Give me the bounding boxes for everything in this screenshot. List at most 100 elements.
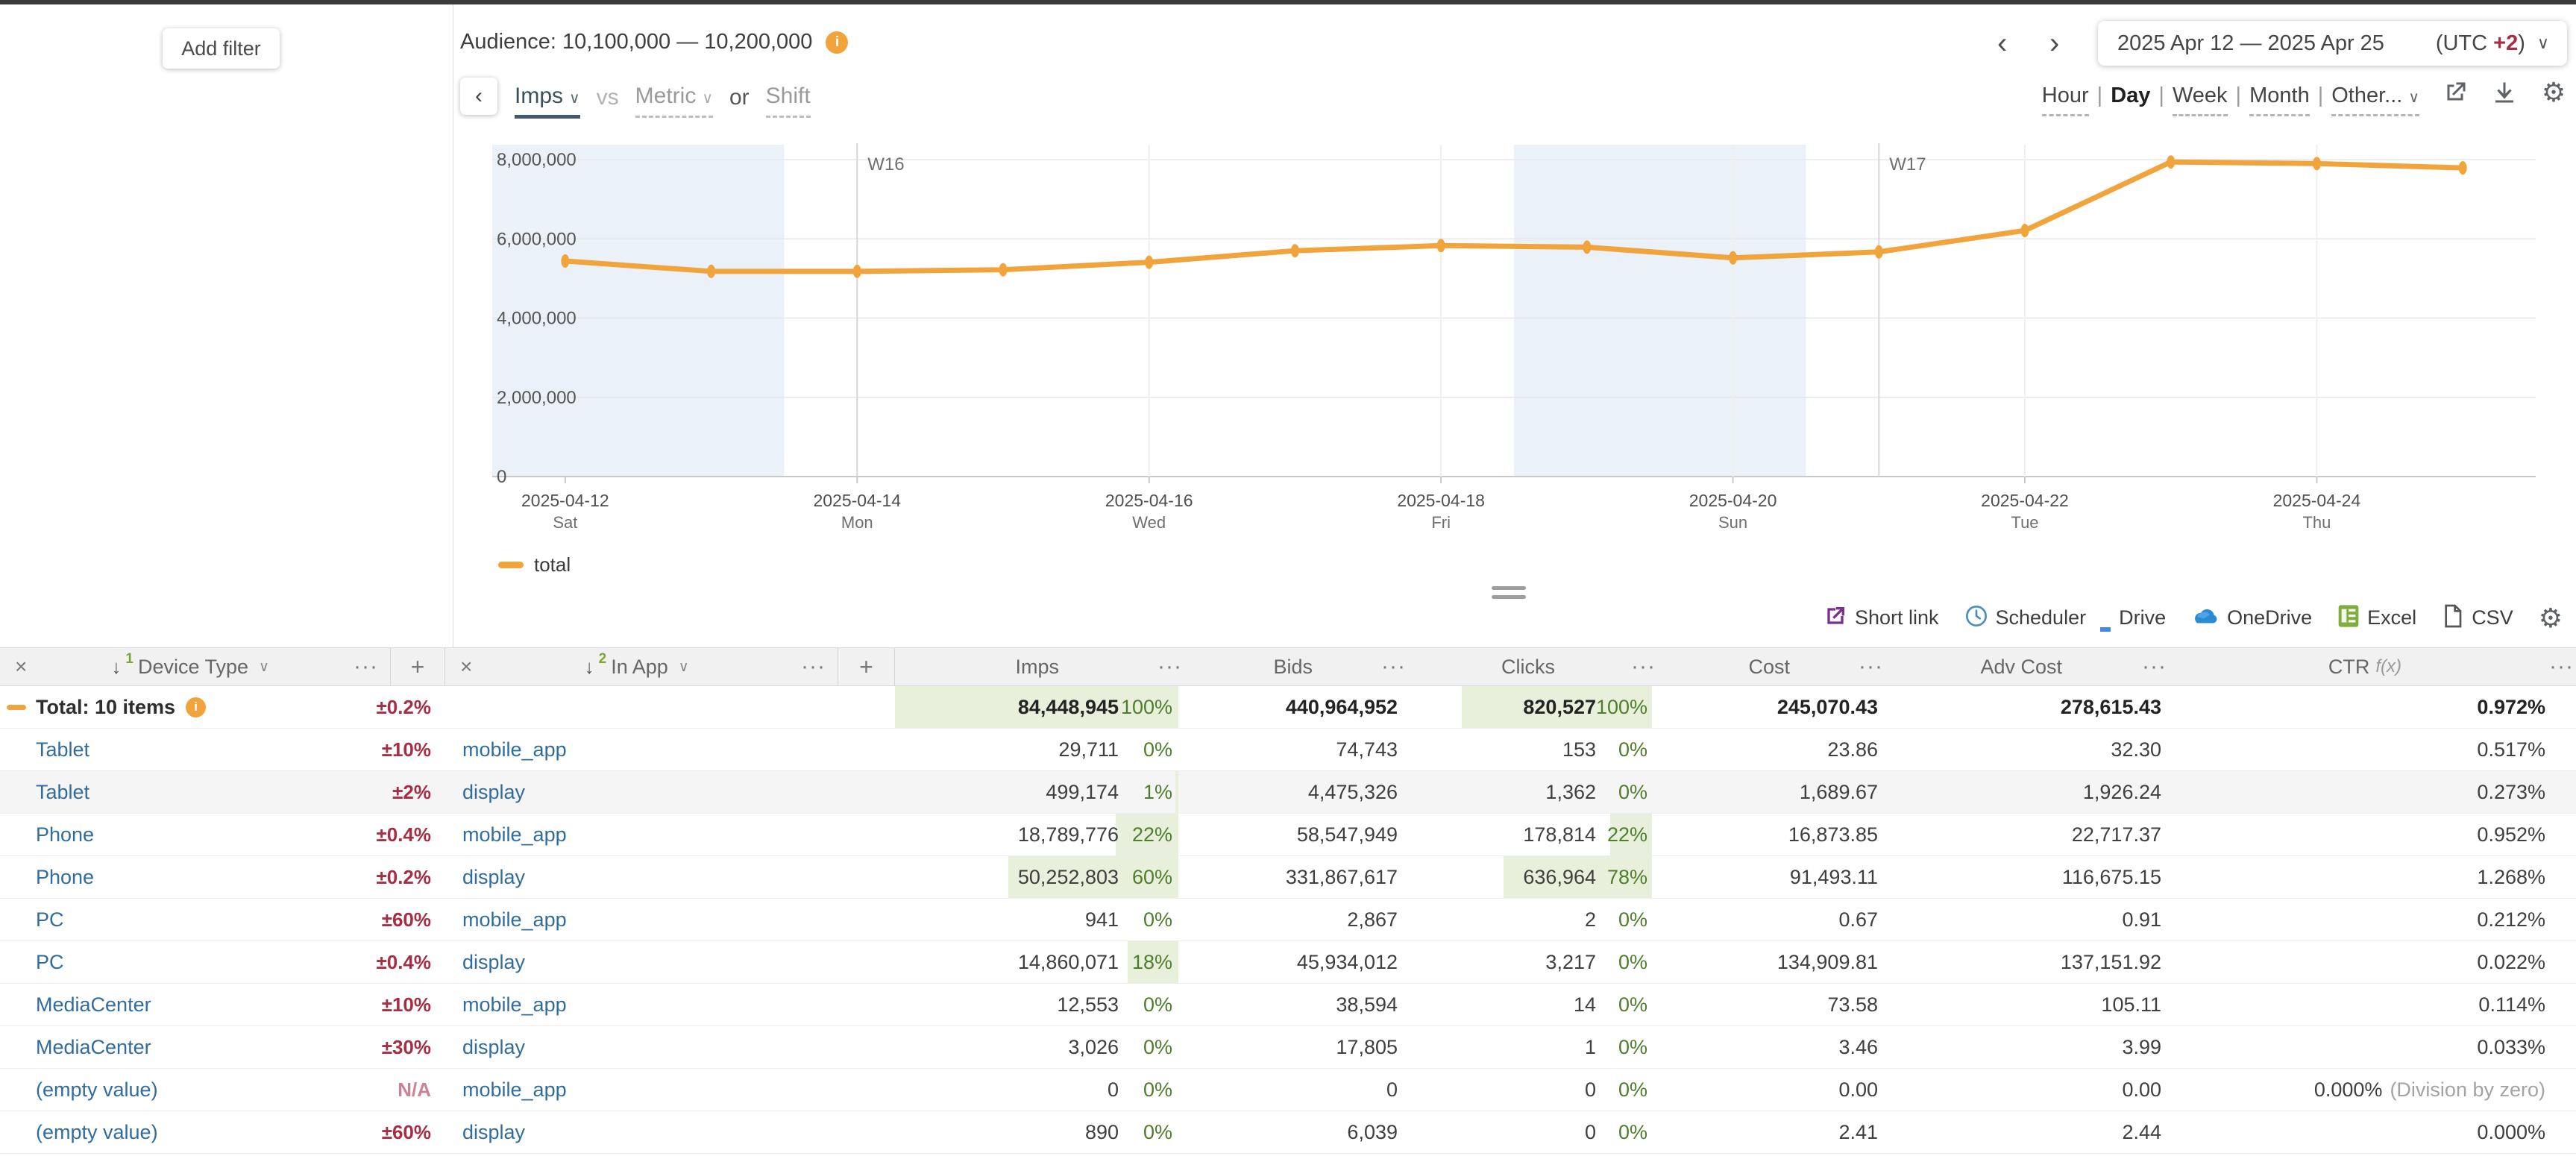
column-header-in-app[interactable]: × ↓2In App∨ ··· — [445, 648, 838, 685]
in-app-link[interactable]: mobile_app — [462, 993, 567, 1017]
device-type-link[interactable]: (empty value) — [36, 1121, 158, 1144]
device-type-cell[interactable]: Phone — [0, 814, 390, 855]
in-app-link[interactable]: mobile_app — [462, 908, 567, 932]
device-type-cell[interactable]: Phone — [0, 856, 390, 898]
device-type-link[interactable]: Tablet — [36, 738, 89, 761]
compare-metric-dropdown[interactable]: Metric∨ — [635, 84, 713, 118]
info-icon[interactable]: i — [826, 31, 848, 54]
in-app-cell[interactable]: mobile_app — [445, 814, 838, 855]
spacer-cell — [838, 856, 895, 898]
column-menu-icon[interactable]: ··· — [1631, 654, 1656, 679]
device-type-cell[interactable]: MediaCenter — [0, 984, 390, 1025]
in-app-link[interactable]: mobile_app — [462, 823, 567, 846]
resize-handle[interactable] — [1492, 586, 1526, 604]
interval-option-month[interactable]: Month — [2249, 84, 2310, 116]
in-app-cell[interactable]: display — [445, 1026, 838, 1068]
column-menu-icon[interactable]: ··· — [1381, 654, 1406, 679]
device-type-cell[interactable]: (empty value) — [0, 1069, 390, 1111]
in-app-link[interactable]: display — [462, 1121, 525, 1144]
in-app-link[interactable]: display — [462, 866, 525, 889]
sort-control[interactable]: ↓2In App∨ — [585, 656, 689, 679]
device-type-cell[interactable]: Tablet — [0, 771, 390, 813]
gear-icon[interactable]: ⚙ — [2539, 78, 2569, 107]
info-icon[interactable]: i — [186, 697, 206, 717]
interval-option-week[interactable]: Week — [2173, 84, 2228, 116]
column-header-ctr[interactable]: CTRf(x) — [2222, 648, 2547, 685]
csv-button[interactable]: CSV — [2442, 604, 2513, 632]
date-range-picker[interactable]: 2025 Apr 12 — 2025 Apr 25 (UTC +2) ∨ — [2098, 21, 2567, 66]
in-app-cell[interactable]: mobile_app — [445, 899, 838, 940]
excel-button[interactable]: Excel — [2337, 604, 2416, 632]
column-menu[interactable]: ··· — [1402, 648, 1462, 685]
in-app-link[interactable]: mobile_app — [462, 738, 567, 761]
in-app-link[interactable]: mobile_app — [462, 1078, 567, 1102]
in-app-cell[interactable]: mobile_app — [445, 1069, 838, 1111]
column-menu[interactable]: ··· — [1652, 648, 1712, 685]
device-type-link[interactable]: (empty value) — [36, 1078, 158, 1102]
in-app-link[interactable]: display — [462, 951, 525, 974]
column-menu-icon[interactable]: ··· — [2142, 654, 2167, 679]
device-type-link[interactable]: Phone — [36, 823, 94, 846]
scheduler-button[interactable]: Scheduler — [1964, 604, 2087, 632]
short-link-button[interactable]: Short link — [1823, 604, 1939, 632]
column-header-adv-cost[interactable]: Adv Cost — [1939, 648, 2163, 685]
device-type-link[interactable]: Phone — [36, 866, 94, 889]
remove-column-icon[interactable]: × — [15, 655, 27, 679]
remove-column-icon[interactable]: × — [460, 655, 472, 679]
drive-button[interactable]: Drive — [2111, 606, 2166, 629]
column-header-imps[interactable]: Imps — [895, 648, 1178, 685]
interval-option-other[interactable]: Other...∨ — [2331, 84, 2419, 116]
interval-option-hour[interactable]: Hour — [2042, 84, 2089, 116]
column-header-bids[interactable]: Bids — [1238, 648, 1402, 685]
table-settings-button[interactable]: ⚙ — [2539, 605, 2563, 632]
device-type-link[interactable]: MediaCenter — [36, 1036, 151, 1059]
device-type-link[interactable]: MediaCenter — [36, 993, 151, 1017]
column-header-device-type[interactable]: × ↓1Device Type∨ ··· — [0, 648, 390, 685]
time-series-chart[interactable]: W16W1702,000,0004,000,0006,000,0008,000,… — [453, 127, 2576, 530]
legend-label-total[interactable]: total — [534, 553, 571, 577]
in-app-link[interactable]: display — [462, 1036, 525, 1059]
column-menu-icon[interactable]: ··· — [1157, 654, 1182, 679]
clicks-percent: 22% — [1596, 823, 1652, 846]
date-prev-button[interactable]: ‹ — [1997, 27, 2007, 60]
date-next-button[interactable]: › — [2049, 27, 2059, 60]
column-menu-icon[interactable]: ··· — [801, 654, 826, 679]
column-header-cost[interactable]: Cost — [1712, 648, 1879, 685]
download-icon[interactable] — [2489, 78, 2519, 107]
in-app-link[interactable]: display — [462, 781, 525, 804]
in-app-cell[interactable]: display — [445, 771, 838, 813]
column-menu-icon[interactable]: ··· — [1859, 654, 1883, 679]
column-menu[interactable]: ··· — [1178, 648, 1238, 685]
add-filter-button[interactable]: Add filter — [163, 28, 280, 69]
column-menu[interactable]: ··· — [2547, 648, 2576, 685]
add-column-button[interactable]: + — [838, 648, 895, 685]
device-type-link[interactable]: Tablet — [36, 781, 89, 804]
column-menu[interactable]: ··· — [1879, 648, 1939, 685]
device-type-cell[interactable]: Tablet — [0, 729, 390, 770]
in-app-cell[interactable]: display — [445, 1111, 838, 1153]
metric-dropdown[interactable]: Imps∨ — [515, 84, 580, 119]
device-type-cell[interactable]: MediaCenter — [0, 1026, 390, 1068]
column-header-clicks[interactable]: Clicks — [1462, 648, 1652, 685]
menu-cell — [2163, 1069, 2222, 1111]
svg-text:Sat: Sat — [553, 513, 577, 530]
open-in-new-icon[interactable] — [2440, 78, 2470, 107]
in-app-cell[interactable]: display — [445, 856, 838, 898]
device-type-link[interactable]: PC — [36, 951, 64, 974]
shift-option[interactable]: Shift — [766, 84, 811, 118]
device-type-cell[interactable]: PC — [0, 941, 390, 983]
device-type-cell[interactable]: (empty value) — [0, 1111, 390, 1153]
in-app-cell[interactable]: mobile_app — [445, 984, 838, 1025]
interval-option-day[interactable]: Day — [2111, 84, 2150, 114]
in-app-cell[interactable]: display — [445, 941, 838, 983]
column-menu[interactable]: ··· — [2163, 648, 2222, 685]
column-menu-icon[interactable]: ··· — [354, 654, 378, 679]
column-menu-icon[interactable]: ··· — [2549, 654, 2574, 679]
sort-control[interactable]: ↓1Device Type∨ — [111, 656, 269, 679]
add-column-button[interactable]: + — [390, 648, 445, 685]
device-type-cell[interactable]: PC — [0, 899, 390, 940]
in-app-cell[interactable]: mobile_app — [445, 729, 838, 770]
device-type-link[interactable]: PC — [36, 908, 64, 932]
onedrive-button[interactable]: OneDrive — [2191, 605, 2312, 631]
metric-back-button[interactable]: ‹ — [460, 78, 497, 115]
